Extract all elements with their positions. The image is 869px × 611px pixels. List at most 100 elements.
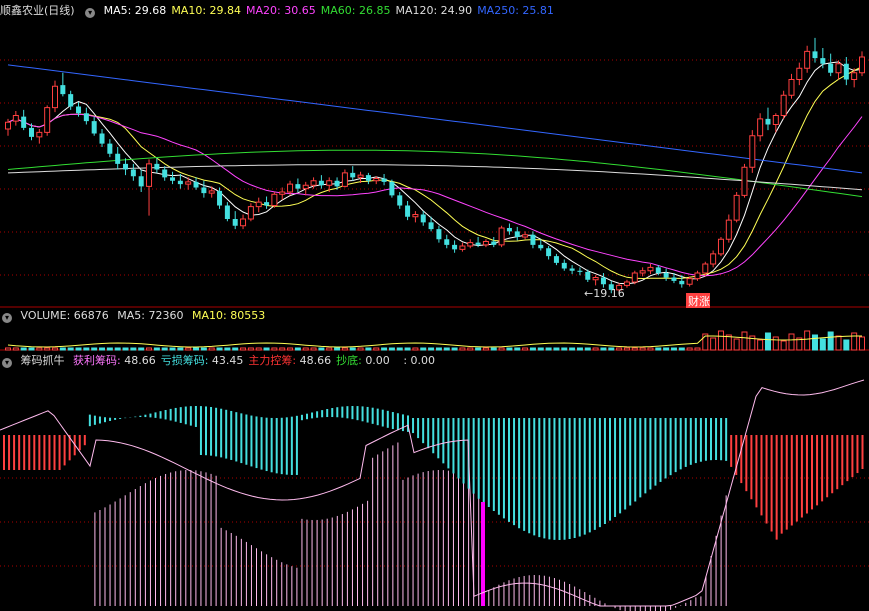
candle-body bbox=[365, 175, 371, 181]
ma-legend-item: MA60: 26.85 bbox=[320, 4, 391, 17]
candle-body bbox=[232, 219, 238, 226]
candle-body bbox=[224, 205, 230, 219]
candle-body bbox=[671, 277, 677, 281]
volume-bar bbox=[193, 347, 200, 351]
volume-bar bbox=[67, 347, 74, 351]
main-force-spike bbox=[481, 502, 485, 606]
candle-body bbox=[177, 180, 183, 185]
volume-bar bbox=[529, 347, 536, 351]
volume-bar bbox=[12, 347, 19, 351]
volume-bar bbox=[334, 347, 341, 351]
volume-bar bbox=[772, 336, 779, 351]
volume-bar bbox=[788, 333, 795, 351]
volume-bar bbox=[146, 347, 153, 351]
candle-body bbox=[522, 234, 529, 238]
candle-body bbox=[91, 121, 97, 134]
candle-body bbox=[123, 163, 129, 170]
volume-bar bbox=[122, 347, 129, 351]
dropdown-circle-icon[interactable]: ▾ bbox=[85, 8, 96, 18]
volume-bar bbox=[420, 347, 427, 351]
chip-title: 筹码抓牛 bbox=[20, 354, 65, 367]
candle-body bbox=[52, 85, 59, 109]
candle-body bbox=[859, 56, 865, 74]
volume-bar bbox=[404, 347, 411, 351]
volume-bar bbox=[161, 347, 168, 351]
volume-bar bbox=[827, 331, 834, 351]
candle-body bbox=[631, 272, 638, 283]
volume-bar bbox=[326, 347, 333, 351]
volume-bar bbox=[459, 347, 466, 351]
candle-body bbox=[240, 218, 247, 227]
volume-bar bbox=[169, 347, 176, 351]
candle-body bbox=[772, 115, 779, 125]
volume-bar bbox=[271, 347, 278, 351]
candle-body bbox=[381, 178, 387, 182]
candle-body bbox=[780, 94, 787, 116]
volume-bar bbox=[59, 347, 66, 351]
volume-bar bbox=[240, 347, 247, 351]
volume-bar bbox=[843, 339, 850, 351]
candle-body bbox=[851, 72, 858, 80]
candle-body bbox=[804, 50, 811, 69]
volume-bar bbox=[553, 347, 560, 351]
volume-bar bbox=[647, 347, 654, 351]
volume-bar bbox=[741, 331, 748, 351]
volume-bar bbox=[381, 347, 388, 351]
volume-bar bbox=[44, 347, 51, 351]
volume-bar bbox=[655, 347, 662, 351]
candle-body bbox=[553, 256, 559, 263]
candle-body bbox=[788, 79, 795, 96]
dropdown-circle-icon[interactable]: ▾ bbox=[2, 313, 12, 323]
chip-legend-item: 亏损筹码: 43.45 bbox=[160, 354, 244, 367]
volume-bar bbox=[232, 347, 239, 351]
candle-body bbox=[828, 63, 834, 73]
stock-chart[interactable]: ←19.16 财 涨 bbox=[0, 0, 869, 611]
volume-bar bbox=[443, 347, 450, 351]
signal-text-2: 涨 bbox=[699, 295, 710, 308]
chip-legend-item: 获利筹码: 48.66 bbox=[73, 354, 156, 367]
volume-bar bbox=[451, 347, 458, 351]
candle-body bbox=[326, 180, 333, 186]
ma-legend-items: MA5: 29.68 MA10: 29.84 MA20: 30.65 MA60: 26… bbox=[104, 4, 559, 17]
volume-ma5: MA5: 72360 bbox=[117, 309, 184, 322]
candle-body bbox=[679, 280, 685, 285]
candle-body bbox=[287, 183, 294, 193]
volume-bar bbox=[757, 339, 764, 351]
volume-bar bbox=[545, 347, 552, 351]
volume-bar bbox=[388, 347, 395, 351]
candle-body bbox=[170, 177, 176, 181]
candle-body bbox=[373, 178, 380, 182]
chart-annotations: ←19.16 财 涨 bbox=[584, 287, 710, 308]
ma-legend-item: MA250: 25.81 bbox=[477, 4, 554, 17]
dropdown-circle-icon[interactable]: ▾ bbox=[2, 358, 12, 368]
candle-body bbox=[397, 195, 403, 206]
candle-body bbox=[530, 234, 536, 245]
volume-bar bbox=[200, 347, 207, 351]
candle-body bbox=[639, 270, 646, 274]
ma250-line bbox=[7, 64, 863, 174]
ma-legend-item: MA20: 30.65 bbox=[246, 4, 316, 17]
candle-body bbox=[514, 231, 520, 237]
volume-bar bbox=[608, 347, 615, 351]
candle-body bbox=[76, 106, 82, 114]
candle-body bbox=[538, 244, 544, 249]
volume-bar bbox=[373, 347, 380, 351]
candle-body bbox=[29, 127, 35, 137]
volume-bar bbox=[475, 347, 482, 351]
volume-legend: ▾ VOLUME: 66876 MA5: 72360 MA10: 80553 bbox=[0, 308, 270, 324]
candle-body bbox=[663, 273, 669, 278]
candle-body bbox=[302, 184, 309, 190]
volume-bar bbox=[584, 347, 591, 351]
volume-bar bbox=[490, 347, 497, 351]
ma-legend-item: MA10: 29.84 bbox=[171, 4, 242, 17]
signal-text: 财 bbox=[688, 294, 699, 308]
volume-bar bbox=[811, 334, 818, 351]
candle-body bbox=[162, 169, 168, 178]
candle-body bbox=[569, 268, 575, 271]
volume-bar bbox=[114, 347, 121, 351]
candle-body bbox=[341, 172, 348, 187]
volume-bar bbox=[349, 347, 356, 351]
volume-ma10: MA10: 80553 bbox=[191, 309, 266, 322]
candle-body bbox=[741, 166, 748, 196]
volume-bar bbox=[153, 347, 160, 351]
